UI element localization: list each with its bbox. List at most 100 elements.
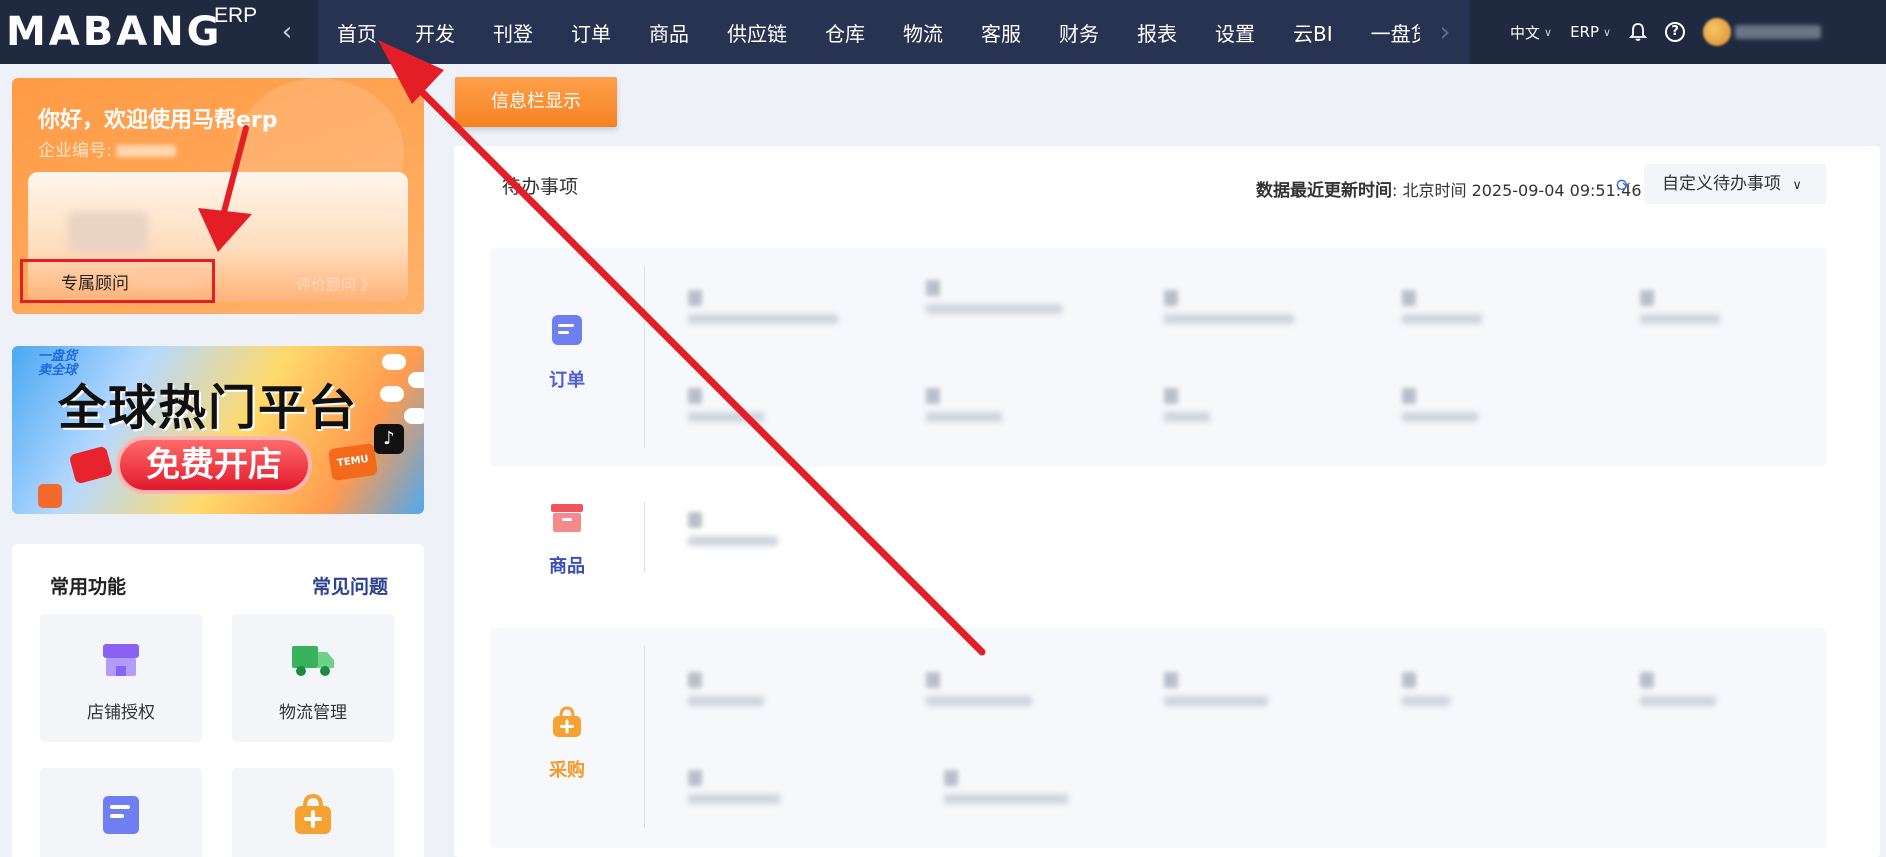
metric-redacted[interactable] [1402,388,1478,422]
metric-label [1164,314,1294,324]
metric-redacted[interactable] [688,512,778,546]
tile-logistics-management[interactable]: 物流管理 [232,614,394,742]
bell-icon[interactable] [1629,22,1648,42]
user-menu[interactable] [1703,18,1822,46]
metric-redacted[interactable] [688,290,838,324]
nav-item-listing[interactable]: 刊登 [474,18,552,47]
metric-value [688,290,702,306]
tile-purchase[interactable] [232,768,394,857]
metric-redacted[interactable] [1164,672,1268,706]
metric-value [1164,290,1178,306]
order-doc-icon [552,315,582,345]
customize-todo-button[interactable]: 自定义待办事项 ∨ [1644,164,1826,204]
metric-value [1402,388,1416,404]
welcome-card: 你好，欢迎使用马帮erp 企业编号: 专属顾问 评价顾问 》 [12,78,424,314]
metric-redacted[interactable] [688,388,764,422]
product-box-icon [551,504,583,532]
help-icon[interactable]: ? [1665,22,1686,42]
metric-label [1402,412,1478,422]
metric-redacted[interactable] [688,770,780,804]
last-update-time: 数据最近更新时间: 北京时间 2025-09-04 09:51:46 [1256,176,1642,201]
metric-label [1164,696,1268,706]
promo-banner[interactable]: 一盘货 卖全球 全球热门平台 免费开店 TEMU ♪ [12,346,424,514]
shopping-bag-icon [68,445,114,485]
metric-redacted[interactable] [1164,290,1294,324]
metric-label [1164,412,1210,422]
metric-label [944,794,1068,804]
metric-value [1164,672,1178,688]
metric-redacted[interactable] [944,770,1068,804]
rate-advisor-link[interactable]: 评价顾问 》 [296,274,376,295]
nav-item-products[interactable]: 商品 [630,18,708,47]
metric-label [926,412,1002,422]
platform-chip-icon [408,372,424,388]
metric-label [1402,696,1450,706]
shopee-icon [38,484,62,508]
common-functions-title: 常用功能 [50,576,127,598]
mabang-logo[interactable]: MABANG [6,8,223,56]
info-bar-toggle-button[interactable]: 信息栏显示 [455,77,617,127]
chevron-down-icon: ∨ [1792,178,1802,193]
chevron-left-icon[interactable]: ‹ [276,18,298,46]
metric-label [688,412,764,422]
metric-redacted[interactable] [1164,388,1210,422]
logo-text: MABANG [6,9,223,55]
chevron-right-icon[interactable]: › [1420,0,1470,64]
open-store-button[interactable]: 免费开店 [116,436,312,494]
nav-item-supply-chain[interactable]: 供应链 [708,18,806,47]
metric-redacted[interactable] [926,280,1062,314]
metric-value [688,770,702,786]
section-label: 商品 [549,556,585,577]
metric-label [688,794,780,804]
section-divider [644,266,645,448]
todo-section-products: 商品 [490,486,1826,594]
metric-redacted[interactable] [926,672,1032,706]
tile-label: 物流管理 [279,703,347,723]
product-switch[interactable]: ERP ∨ [1570,23,1611,41]
nav-item-one-inventory[interactable]: 一盘货卖全 [1352,18,1420,47]
metric-label [688,536,778,546]
metric-value [926,388,940,404]
order-doc-icon [103,796,139,834]
metric-value [926,672,940,688]
metric-value [1402,290,1416,306]
nav-item-home[interactable]: 首页 [318,18,396,47]
dedicated-advisor[interactable]: 专属顾问 [20,259,215,303]
customize-todo-label: 自定义待办事项 [1662,174,1781,194]
metric-redacted[interactable] [926,388,1002,422]
metric-label [926,304,1062,314]
metric-redacted[interactable] [1640,672,1716,706]
refresh-icon[interactable]: ⟳ [1616,176,1630,196]
nav-item-logistics[interactable]: 物流 [884,18,962,47]
section-divider [644,502,645,572]
metric-value [1402,672,1416,688]
nav-item-reports[interactable]: 报表 [1118,18,1196,47]
company-id-row: 企业编号: [38,136,176,161]
nav-item-develop[interactable]: 开发 [396,18,474,47]
nav-item-customer-service[interactable]: 客服 [962,18,1040,47]
metric-redacted[interactable] [1640,290,1720,324]
purchase-bag-icon [553,706,581,737]
metric-redacted[interactable] [688,672,764,706]
metric-value [688,512,702,528]
nav-item-warehouse[interactable]: 仓库 [806,18,884,47]
redacted-content [68,212,148,252]
company-id-redacted [115,145,176,157]
update-label: 数据最近更新时间 [1256,181,1392,201]
language-switch[interactable]: 中文 ∨ [1510,22,1552,43]
platform-chip-icon [382,354,406,370]
metric-redacted[interactable] [1402,290,1482,324]
tile-store-authorization[interactable]: 店铺授权 [40,614,202,742]
tile-orders[interactable] [40,768,202,857]
metric-label [1640,314,1720,324]
nav-item-cloud-bi[interactable]: 云BI [1274,18,1352,47]
section-label: 订单 [549,370,585,391]
faq-link[interactable]: 常见问题 [312,572,388,599]
nav-item-finance[interactable]: 财务 [1040,18,1118,47]
metric-redacted[interactable] [1402,672,1450,706]
nav-item-settings[interactable]: 设置 [1196,18,1274,47]
chevron-down-icon: ∨ [1603,25,1612,39]
welcome-title: 你好，欢迎使用马帮erp [38,108,278,133]
common-functions-panel: 常用功能 常见问题 店铺授权 物流管理 [12,544,424,857]
nav-item-orders[interactable]: 订单 [552,18,630,47]
